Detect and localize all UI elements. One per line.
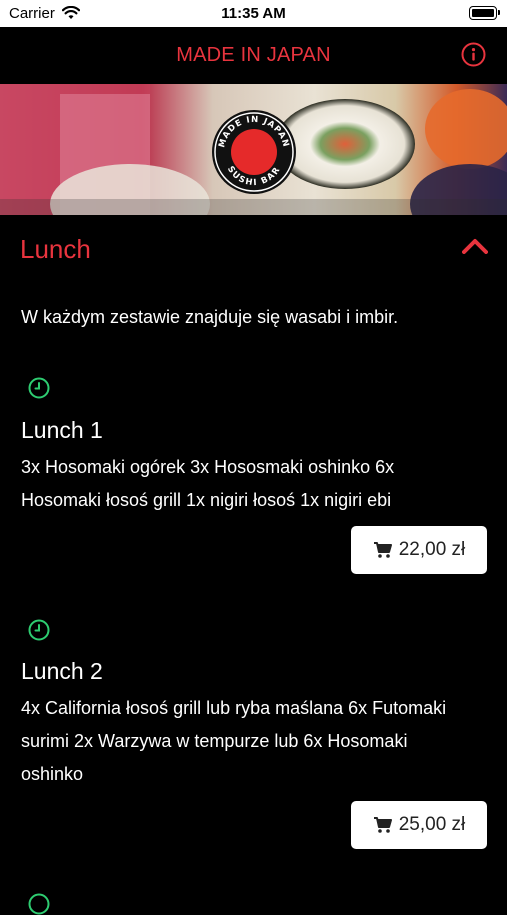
cart-icon: [373, 542, 392, 558]
item-title: Lunch 1: [21, 417, 103, 443]
add-to-cart-button[interactable]: 22,00 zł: [351, 526, 487, 574]
clock-icon: [28, 619, 50, 641]
add-to-cart-button[interactable]: 25,00 zł: [351, 801, 487, 849]
price-label: 22,00 zł: [398, 539, 466, 560]
info-icon[interactable]: [461, 42, 486, 67]
section-note: W każdym zestawie znajduje się wasabi i …: [21, 307, 399, 327]
price-label: 25,00 zł: [398, 814, 466, 835]
battery-icon: [469, 6, 500, 20]
section-title: Lunch: [20, 234, 91, 264]
chevron-up-icon[interactable]: [462, 238, 488, 254]
page-title: MADE IN JAPAN: [176, 44, 331, 66]
restaurant-logo: MADE IN JAPAN SUSHI BAR: [212, 110, 296, 194]
section-header-lunch[interactable]: Lunch: [0, 215, 507, 280]
clock-icon: [28, 893, 50, 915]
status-bar: Carrier 11:35 AM: [0, 0, 507, 27]
status-time: 11:35 AM: [221, 5, 286, 22]
hero-banner: MADE IN JAPAN SUSHI BAR: [0, 84, 507, 215]
item-description: 3x Hosomaki ogórek 3x Hososmaki oshinko …: [21, 457, 395, 510]
item-title: Lunch 2: [21, 658, 103, 684]
clock-icon: [28, 377, 50, 399]
cart-icon: [373, 817, 392, 833]
navigation-bar: MADE IN JAPAN: [0, 27, 507, 83]
item-description: 4x California łosoś grill lub ryba maśla…: [21, 698, 447, 784]
